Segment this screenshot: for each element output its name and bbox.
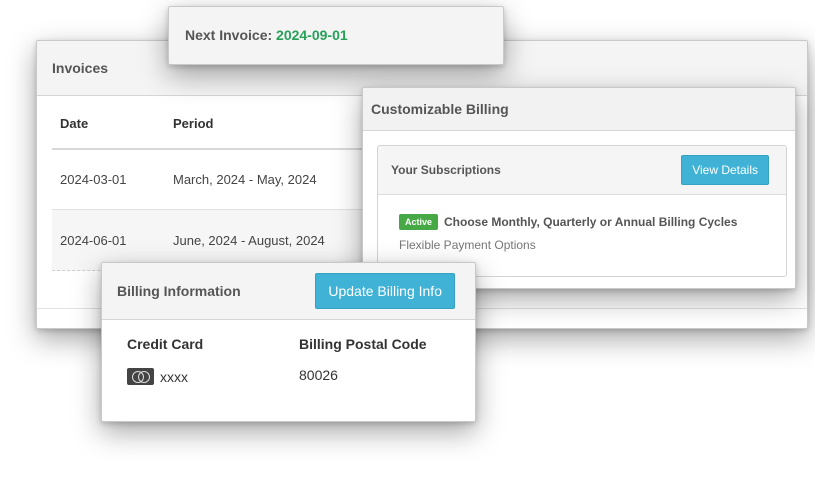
credit-card-label: Credit Card: [127, 336, 204, 352]
next-invoice-date: 2024-09-01: [276, 27, 348, 43]
subscriptions-box: Your Subscriptions View Details Active C…: [377, 145, 787, 277]
billing-information-title: Billing Information: [117, 283, 241, 299]
view-details-button[interactable]: View Details: [681, 155, 769, 185]
subscription-plan: Choose Monthly, Quarterly or Annual Bill…: [444, 215, 738, 229]
subscription-item: Active Choose Monthly, Quarterly or Annu…: [378, 195, 786, 252]
next-invoice-label: Next Invoice:: [185, 27, 273, 43]
table-row[interactable]: 2024-03-01 March, 2024 - May, 2024: [52, 150, 382, 210]
billing-information-panel: Billing Information Update Billing Info …: [101, 262, 476, 422]
postal-code-label: Billing Postal Code: [299, 336, 427, 352]
subscriptions-header: Your Subscriptions View Details: [378, 146, 786, 195]
next-invoice-text: Next Invoice: 2024-09-01: [185, 27, 348, 43]
customizable-billing-header: Customizable Billing: [363, 88, 795, 131]
next-invoice-card: Next Invoice: 2024-09-01: [168, 6, 504, 65]
invoice-date: 2024-03-01: [60, 172, 127, 187]
column-header-date: Date: [60, 115, 89, 131]
mastercard-icon: [127, 368, 154, 385]
update-billing-info-button[interactable]: Update Billing Info: [315, 273, 455, 309]
status-badge: Active: [399, 214, 439, 230]
customizable-billing-title: Customizable Billing: [371, 101, 509, 117]
invoices-table: Date Period 2024-03-01 March, 2024 - May…: [52, 98, 382, 271]
invoices-title: Invoices: [52, 60, 109, 76]
customizable-billing-panel: Customizable Billing Your Subscriptions …: [362, 87, 796, 289]
subscriptions-title: Your Subscriptions: [391, 163, 501, 177]
subscription-line: Active Choose Monthly, Quarterly or Annu…: [399, 214, 786, 230]
column-header-period: Period: [173, 115, 214, 131]
invoice-period: March, 2024 - May, 2024: [173, 172, 317, 187]
invoice-period: June, 2024 - August, 2024: [173, 232, 325, 248]
postal-code-value: 80026: [299, 367, 338, 383]
subscription-description: Flexible Payment Options: [399, 238, 536, 252]
credit-card-number: xxxx: [160, 368, 188, 385]
invoice-date: 2024-06-01: [60, 232, 127, 248]
billing-information-header: Billing Information Update Billing Info: [102, 263, 475, 320]
table-header-row: Date Period: [52, 98, 382, 150]
credit-card-value: xxxx: [127, 368, 188, 385]
